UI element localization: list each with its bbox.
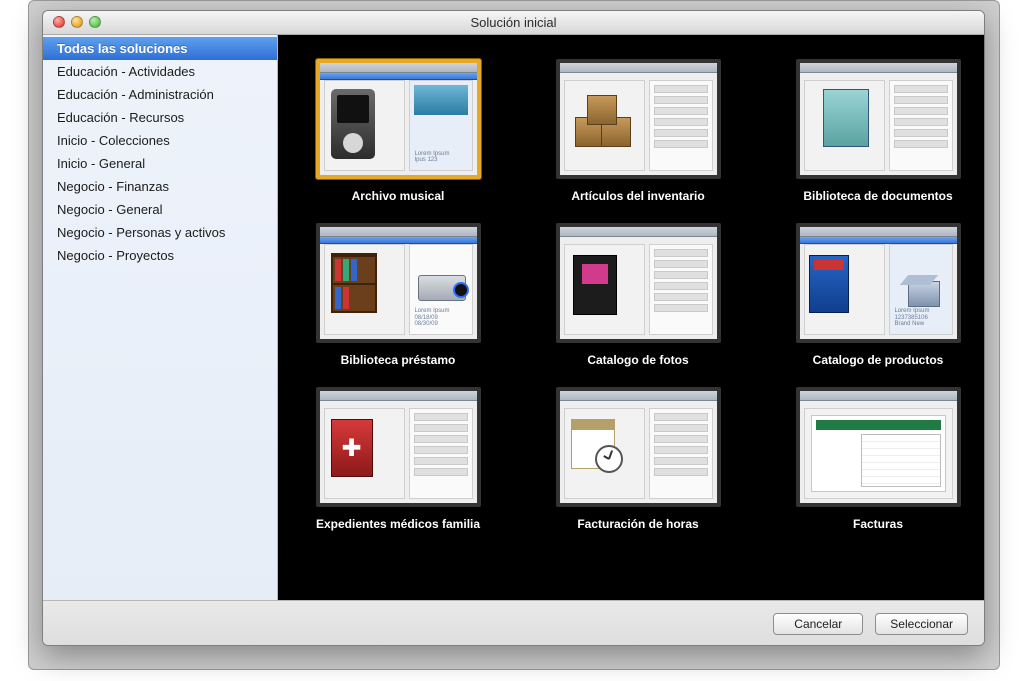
minimize-icon[interactable] <box>71 16 83 28</box>
bookshelf-icon <box>331 253 377 313</box>
template-biblioteca-documentos[interactable]: Biblioteca de documentos <box>788 59 968 203</box>
cancel-button[interactable]: Cancelar <box>773 613 863 635</box>
product-icon <box>904 275 946 309</box>
template-thumbnail: Lorem Ipsum08/18/0908/30/09 <box>316 223 481 343</box>
close-icon[interactable] <box>53 16 65 28</box>
projector-icon <box>418 275 466 301</box>
template-label: Expedientes médicos familia <box>308 517 488 531</box>
template-thumbnail <box>556 387 721 507</box>
sidebar-item-educacion-recursos[interactable]: Educación - Recursos <box>43 106 277 129</box>
document-icon <box>823 89 869 147</box>
template-facturas[interactable]: Facturas <box>788 387 968 531</box>
template-thumbnail <box>556 59 721 179</box>
template-label: Biblioteca de documentos <box>788 189 968 203</box>
template-catalogo-productos[interactable]: Lorem Ipsum1237385106Brand New Catalogo … <box>788 223 968 367</box>
template-chooser-window: Solución inicial Todas las soluciones Ed… <box>42 10 985 646</box>
invoice-icon <box>811 415 946 492</box>
product-box-icon <box>809 255 849 313</box>
template-label: Catalogo de fotos <box>548 353 728 367</box>
sidebar-item-educacion-administracion[interactable]: Educación - Administración <box>43 83 277 106</box>
template-label: Artículos del inventario <box>548 189 728 203</box>
sidebar-item-educacion-actividades[interactable]: Educación - Actividades <box>43 60 277 83</box>
template-label: Facturas <box>788 517 968 531</box>
template-thumbnail: Lorem IpsumIpus 123 <box>316 59 481 179</box>
medical-book-icon <box>331 419 373 477</box>
ipod-icon <box>331 89 375 159</box>
template-thumbnail <box>556 223 721 343</box>
template-articulos-inventario[interactable]: Artículos del inventario <box>548 59 728 203</box>
template-label: Facturación de horas <box>548 517 728 531</box>
category-sidebar: Todas las soluciones Educación - Activid… <box>43 35 278 600</box>
boxes-icon <box>571 95 637 153</box>
template-label: Biblioteca préstamo <box>308 353 488 367</box>
zoom-icon[interactable] <box>89 16 101 28</box>
template-label: Archivo musical <box>308 189 488 203</box>
sidebar-item-negocio-proyectos[interactable]: Negocio - Proyectos <box>43 244 277 267</box>
sidebar-item-inicio-general[interactable]: Inicio - General <box>43 152 277 175</box>
select-button[interactable]: Seleccionar <box>875 613 968 635</box>
sidebar-item-all-solutions[interactable]: Todas las soluciones <box>43 37 277 60</box>
button-bar: Cancelar Seleccionar <box>43 600 984 646</box>
titlebar: Solución inicial <box>43 11 984 35</box>
sidebar-item-inicio-colecciones[interactable]: Inicio - Colecciones <box>43 129 277 152</box>
template-thumbnail <box>796 59 961 179</box>
sidebar-item-negocio-finanzas[interactable]: Negocio - Finanzas <box>43 175 277 198</box>
template-thumbnail <box>796 387 961 507</box>
template-facturacion-horas[interactable]: Facturación de horas <box>548 387 728 531</box>
window-title: Solución inicial <box>471 15 557 30</box>
clock-icon <box>595 445 623 473</box>
template-catalogo-fotos[interactable]: Catalogo de fotos <box>548 223 728 367</box>
template-thumbnail: Lorem Ipsum1237385106Brand New <box>796 223 961 343</box>
template-archivo-musical[interactable]: Lorem IpsumIpus 123 Archivo musical <box>308 59 488 203</box>
photo-album-icon <box>573 255 617 315</box>
template-biblioteca-prestamo[interactable]: Lorem Ipsum08/18/0908/30/09 Biblioteca p… <box>308 223 488 367</box>
template-label: Catalogo de productos <box>788 353 968 367</box>
sidebar-item-negocio-general[interactable]: Negocio - General <box>43 198 277 221</box>
template-gallery: Lorem IpsumIpus 123 Archivo musical <box>278 35 984 600</box>
window-controls <box>53 16 101 28</box>
sidebar-item-negocio-personas[interactable]: Negocio - Personas y activos <box>43 221 277 244</box>
template-thumbnail <box>316 387 481 507</box>
template-expedientes-medicos[interactable]: Expedientes médicos familia <box>308 387 488 531</box>
